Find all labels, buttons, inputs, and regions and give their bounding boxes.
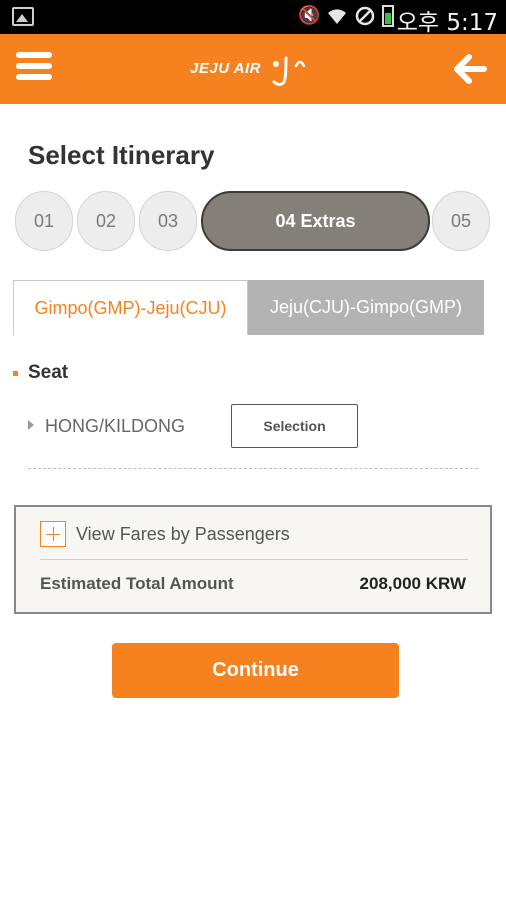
triangle-right-icon (28, 420, 34, 430)
image-icon (12, 7, 34, 26)
fare-summary-box: View Fares by Passengers Estimated Total… (14, 505, 492, 614)
seat-selection-button[interactable]: Selection (231, 404, 358, 448)
plus-icon[interactable] (40, 521, 66, 547)
total-amount-label: Estimated Total Amount (40, 574, 234, 593)
jeju-air-logo: JEJU AIR (188, 50, 328, 90)
logo-text: JEJU AIR (190, 60, 261, 77)
view-fares-label[interactable]: View Fares by Passengers (76, 524, 290, 545)
step-04-extras[interactable]: 04 Extras (201, 191, 430, 251)
status-bar: 🔇 오후 5:17 (0, 0, 506, 36)
hamburger-menu-icon[interactable] (16, 52, 52, 86)
step-02[interactable]: 02 (77, 191, 135, 251)
continue-button[interactable]: Continue (112, 643, 399, 698)
total-amount-value: 208,000 KRW (359, 574, 466, 593)
mute-icon: 🔇 (298, 5, 321, 26)
view-fares-toggle[interactable]: View Fares by Passengers (40, 521, 290, 547)
battery-icon (382, 5, 394, 27)
blocked-icon (354, 5, 376, 27)
wifi-icon (326, 5, 348, 27)
bullet-icon (13, 370, 18, 376)
tab-gimpo-jeju[interactable]: Gimpo(GMP)-Jeju(CJU) (13, 280, 248, 335)
app-header: JEJU AIR (0, 34, 506, 104)
fare-divider (40, 559, 468, 560)
tab-jeju-gimpo[interactable]: Jeju(CJU)-Gimpo(GMP) (248, 280, 484, 335)
status-icons: 🔇 (298, 5, 394, 27)
passenger-name: HONG/KILDONG (45, 416, 186, 436)
step-05[interactable]: 05 (432, 191, 490, 251)
dashed-divider (28, 468, 478, 469)
step-01[interactable]: 01 (15, 191, 73, 251)
seat-title-label: Seat (28, 362, 69, 383)
back-arrow-icon[interactable] (452, 52, 488, 86)
step-indicator: 01 02 03 04 Extras 05 (15, 191, 495, 251)
logo-smile-icon (272, 56, 306, 86)
status-clock: 오후 5:17 (396, 10, 498, 36)
page-title: Select Itinerary (28, 140, 215, 170)
seat-section-title: Seat (13, 362, 68, 384)
route-tabs: Gimpo(GMP)-Jeju(CJU) Jeju(CJU)-Gimpo(GMP… (13, 280, 484, 335)
step-03[interactable]: 03 (139, 191, 197, 251)
passenger-row: HONG/KILDONG Selection (28, 404, 478, 448)
